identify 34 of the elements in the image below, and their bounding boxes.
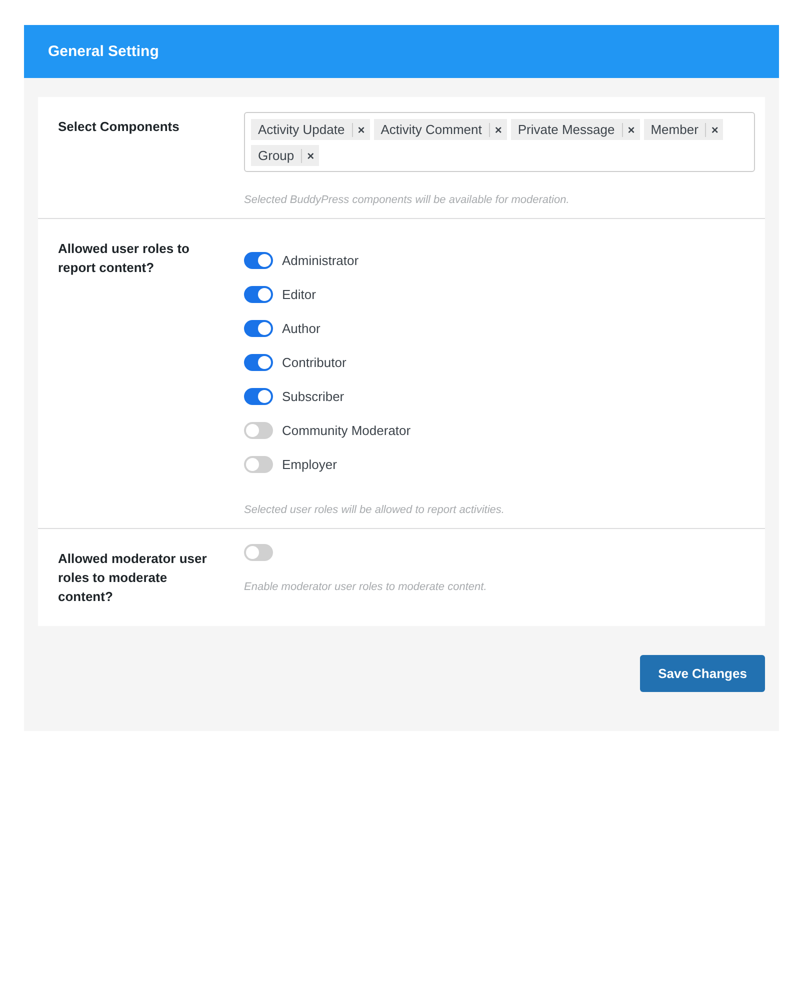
toggle-switch[interactable] <box>244 544 273 561</box>
component-tag: Activity Update × <box>251 119 370 140</box>
save-button[interactable]: Save Changes <box>640 655 765 692</box>
role-label: Author <box>282 320 320 336</box>
setting-label: Allowed user roles to report content? <box>58 240 190 277</box>
remove-tag-button[interactable]: × <box>301 148 320 162</box>
toggle-switch[interactable] <box>244 354 273 370</box>
role-label: Contributor <box>282 354 346 370</box>
role-label: Employer <box>282 456 337 472</box>
remove-tag-button[interactable]: × <box>352 122 370 136</box>
components-select-field[interactable]: Activity Update × Activity Comment × Private Message × Member × Group × <box>244 112 755 172</box>
role-label: Editor <box>282 286 316 302</box>
toggle-switch[interactable] <box>244 286 273 302</box>
role-label: Community Moderator <box>282 422 411 438</box>
toggle-switch[interactable] <box>244 456 273 472</box>
remove-tag-button[interactable]: × <box>705 122 724 136</box>
help-text: Selected user roles will be allowed to report activities. <box>244 504 504 516</box>
toggle-switch[interactable] <box>244 320 273 336</box>
component-tag: Private Message × <box>510 119 640 140</box>
component-tag: Activity Comment × <box>374 119 507 140</box>
toggle-switch[interactable] <box>244 252 273 268</box>
setting-label: Select Components <box>58 118 180 136</box>
component-tag: Group × <box>251 145 320 166</box>
toggle-switch[interactable] <box>244 422 273 438</box>
help-text: Enable moderator user roles to moderate content. <box>244 581 487 593</box>
help-text: Selected BuddyPress components will be available for moderation. <box>244 194 570 206</box>
role-label: Administrator <box>282 252 359 268</box>
remove-tag-button[interactable]: × <box>488 122 507 136</box>
toggle-switch[interactable] <box>244 388 273 404</box>
panel-title: General Setting <box>48 43 159 60</box>
setting-label: Allowed moderator user roles to moderate content? <box>58 550 208 606</box>
remove-tag-button[interactable]: × <box>622 122 640 136</box>
role-label: Subscriber <box>282 388 344 404</box>
component-tag: Member × <box>644 119 724 140</box>
